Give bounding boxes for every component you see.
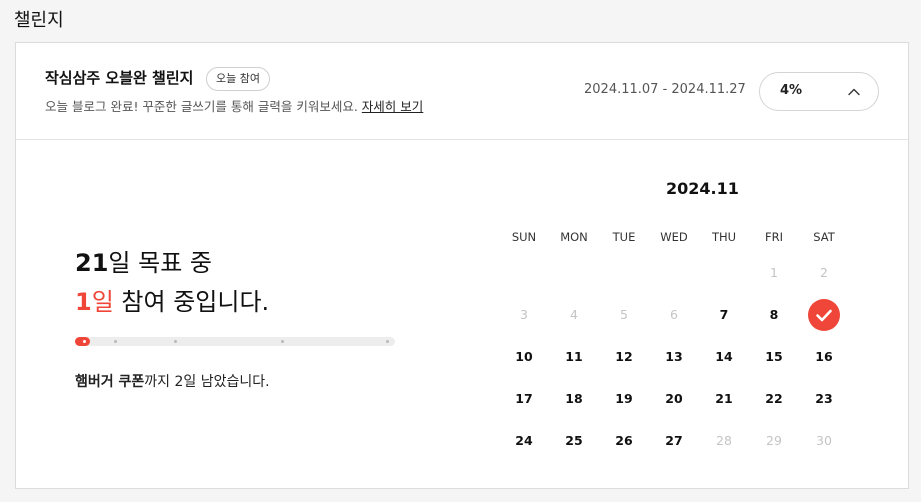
calendar-day-10[interactable]: 10 <box>504 341 544 373</box>
days-unit: 일 <box>91 288 114 316</box>
reward-suffix: 까지 2일 남았습니다. <box>144 374 270 390</box>
progress-toggle-button[interactable]: 4% <box>759 72 879 111</box>
progress-fill <box>75 337 90 346</box>
challenge-card: 작심삼주 오블완 챌린지 오늘 참여 오늘 블로그 완료! 꾸준한 글쓰기를 통… <box>15 42 909 489</box>
participation-summary: 1일 참여 중입니다. <box>75 282 269 317</box>
participation-suffix: 참여 중입니다. <box>113 288 270 316</box>
calendar-day-8[interactable]: 8 <box>754 299 794 331</box>
description-text: 오늘 블로그 완료! 꾸준한 글쓰기를 통해 글력을 키워보세요. <box>45 99 358 114</box>
challenge-period: 2024.11.07 - 2024.11.27 <box>584 82 746 97</box>
progress-tick <box>386 340 389 343</box>
goal-days-total: 21 <box>75 249 109 277</box>
weekday-fri: FRI <box>765 230 783 244</box>
weekday-thu: THU <box>711 230 737 244</box>
calendar-day-17[interactable]: 17 <box>504 383 544 415</box>
calendar-day-18[interactable]: 18 <box>554 383 594 415</box>
challenge-description: 오늘 블로그 완료! 꾸준한 글쓰기를 통해 글력을 키워보세요. 자세히 보기 <box>45 96 423 115</box>
calendar-day-12[interactable]: 12 <box>604 341 644 373</box>
calendar-day-30[interactable]: 30 <box>804 425 844 457</box>
calendar-day-16[interactable]: 16 <box>804 341 844 373</box>
weekday-tue: TUE <box>612 230 636 244</box>
days-participated: 1 <box>75 288 92 316</box>
calendar-day-19[interactable]: 19 <box>604 383 644 415</box>
calendar-day-21[interactable]: 21 <box>704 383 744 415</box>
calendar-day-5[interactable]: 5 <box>604 299 644 331</box>
check-icon <box>816 309 832 322</box>
calendar-day-6[interactable]: 6 <box>654 299 694 331</box>
challenge-header: 작심삼주 오블완 챌린지 오늘 참여 오늘 블로그 완료! 꾸준한 글쓰기를 통… <box>16 43 908 140</box>
calendar-day-24[interactable]: 24 <box>504 425 544 457</box>
challenge-title: 작심삼주 오블완 챌린지 <box>45 69 194 87</box>
progress-track <box>75 337 395 346</box>
calendar-day-27[interactable]: 27 <box>654 425 694 457</box>
progress-percent: 4% <box>780 83 803 98</box>
calendar-day-13[interactable]: 13 <box>654 341 694 373</box>
progress-tick <box>114 340 117 343</box>
calendar-month-title: 2024.11 <box>666 179 739 198</box>
reward-item: 햄버거 쿠폰 <box>75 374 145 390</box>
today-participation-badge: 오늘 참여 <box>206 67 270 91</box>
calendar-day-26[interactable]: 26 <box>604 425 644 457</box>
calendar-day-15[interactable]: 15 <box>754 341 794 373</box>
progress-tick <box>174 340 177 343</box>
calendar-day-4[interactable]: 4 <box>554 299 594 331</box>
calendar-day-11[interactable]: 11 <box>554 341 594 373</box>
weekday-sat: SAT <box>813 230 835 244</box>
calendar-day-20[interactable]: 20 <box>654 383 694 415</box>
calendar-day-28[interactable]: 28 <box>704 425 744 457</box>
weekday-wed: WED <box>660 230 688 244</box>
calendar-day-14[interactable]: 14 <box>704 341 744 373</box>
weekday-sun: SUN <box>511 230 537 244</box>
section-title: 챌린지 <box>14 10 64 31</box>
calendar-day-3[interactable]: 3 <box>504 299 544 331</box>
progress-tick <box>281 340 284 343</box>
goal-summary: 21일 목표 중 <box>75 243 212 278</box>
weekday-mon: MON <box>560 230 588 244</box>
reward-message: 햄버거 쿠폰까지 2일 남았습니다. <box>75 371 270 391</box>
calendar-day-25[interactable]: 25 <box>554 425 594 457</box>
chevron-up-icon <box>848 88 860 96</box>
progress-marker <box>83 340 86 343</box>
calendar-day-7[interactable]: 7 <box>704 299 744 331</box>
detail-link[interactable]: 자세히 보기 <box>362 99 423 114</box>
goal-line1-suffix: 일 목표 중 <box>108 249 212 277</box>
calendar-day-1[interactable]: 1 <box>754 257 794 289</box>
calendar-day-2[interactable]: 2 <box>804 257 844 289</box>
calendar-day-23[interactable]: 23 <box>804 383 844 415</box>
calendar-day-22[interactable]: 22 <box>754 383 794 415</box>
calendar-day-9-completed[interactable] <box>808 299 840 331</box>
calendar-day-29[interactable]: 29 <box>754 425 794 457</box>
